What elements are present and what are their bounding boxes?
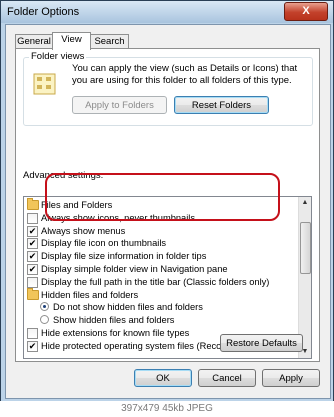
apply-to-folders-button[interactable]: Apply to Folders (72, 96, 167, 114)
settings-option-label: Display file size information in folder … (41, 251, 207, 262)
settings-option-label: Hide extensions for known file types (41, 328, 190, 338)
apply-button[interactable]: Apply (262, 369, 320, 387)
tab-general[interactable]: General (15, 34, 53, 49)
radio-dot-icon (43, 305, 46, 309)
restore-defaults-label: Restore Defaults (226, 338, 297, 349)
folder-icon (27, 287, 39, 300)
cancel-button[interactable]: Cancel (198, 369, 256, 387)
ok-label: OK (156, 373, 170, 384)
apply-label: Apply (279, 373, 303, 384)
checkbox[interactable] (27, 276, 38, 288)
folder-views-description: You can apply the view (such as Details … (72, 63, 298, 86)
checkbox-checked[interactable]: ✔ (27, 340, 38, 352)
settings-option-label: Always show icons, never thumbnails (41, 212, 195, 223)
tab-view-label: View (61, 34, 82, 45)
checkbox-checked[interactable]: ✔ (27, 264, 38, 275)
close-icon: X (302, 5, 310, 17)
tab-general-label: General (17, 36, 51, 47)
settings-option-label: Display the full path in the title bar (… (41, 276, 270, 287)
apply-to-folders-label: Apply to Folders (85, 100, 154, 111)
folder-icon (27, 198, 39, 210)
cancel-label: Cancel (212, 373, 242, 384)
tab-search[interactable]: Search (90, 34, 129, 49)
close-button[interactable]: X (284, 2, 328, 21)
advanced-settings-label: Advanced settings: (23, 170, 104, 181)
settings-option-label: Hidden files and folders (41, 289, 139, 300)
checkbox-checked[interactable]: ✔ (27, 251, 38, 263)
dialog-client-area: General View Search Folder views You can… (5, 24, 331, 399)
title-bar[interactable]: Folder Options X (1, 1, 333, 23)
settings-option-label: Do not show hidden files and folders (53, 302, 203, 313)
scroll-up-icon[interactable]: ▲ (299, 197, 311, 209)
tab-view[interactable]: View (52, 32, 91, 50)
scroll-thumb[interactable] (300, 222, 311, 274)
reset-folders-button[interactable]: Reset Folders (174, 96, 269, 114)
folder-views-label: Folder views (29, 51, 87, 62)
folder-options-window: Folder Options X General View Search Fol… (0, 0, 334, 402)
image-caption: 397x479 45kb JPEG (0, 401, 334, 417)
restore-defaults-button[interactable]: Restore Defaults (220, 334, 303, 352)
checkbox[interactable] (27, 328, 38, 339)
folder-views-group: Folder views You can apply the view (suc… (23, 51, 313, 126)
ok-button[interactable]: OK (134, 369, 192, 387)
radio-button[interactable] (40, 302, 49, 312)
window-title: Folder Options (7, 6, 80, 18)
settings-option-label: Display file icon on thumbnails (41, 238, 167, 249)
checkbox[interactable] (27, 212, 38, 224)
settings-option-label: Files and Folders (41, 200, 113, 210)
tab-search-label: Search (94, 36, 125, 47)
view-tab-panel: Folder views You can apply the view (suc… (15, 48, 320, 362)
settings-option-label: Always show menus (41, 225, 126, 236)
reset-folders-label: Reset Folders (191, 100, 252, 111)
checkbox-checked[interactable]: ✔ (27, 225, 38, 237)
checkbox-checked[interactable]: ✔ (27, 238, 38, 250)
settings-option-label: Show hidden files and folders (53, 315, 175, 326)
folder-views-icon (32, 71, 58, 97)
settings-option-label: Display simple folder view in Navigation… (41, 264, 228, 274)
radio-button[interactable] (40, 315, 49, 325)
